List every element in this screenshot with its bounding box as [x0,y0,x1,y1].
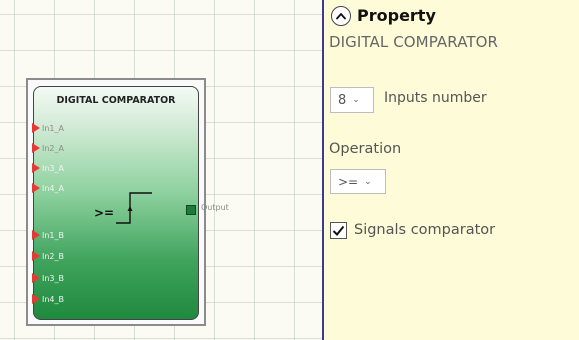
inputs-number-select[interactable]: 8 ⌄ [330,87,374,113]
chevron-up-icon [336,13,346,20]
pin-arrow-icon [32,163,40,173]
block-title: DIGITAL COMPARATOR [56,95,176,106]
input-pin-in3-b[interactable]: In3_B [32,271,64,285]
pin-label: In1_B [42,230,65,240]
pin-arrow-icon [32,273,40,283]
diagram-canvas[interactable]: DIGITAL COMPARATOR In1_A In2_A In3_A In4… [0,0,322,340]
property-title: Property [357,6,436,25]
component-name: DIGITAL COMPARATOR [329,33,499,51]
pin-arrow-icon [32,123,40,133]
property-panel: Property DIGITAL COMPARATOR 8 ⌄ Inputs n… [324,0,579,340]
signals-comparator-checkbox[interactable] [330,222,347,239]
output-port[interactable] [186,205,196,215]
signals-comparator-label: Signals comparator [354,222,496,238]
operation-value: >= [338,174,359,189]
pin-arrow-icon [32,251,40,261]
pin-label: In3_A [42,163,64,173]
pin-arrow-icon [32,230,40,240]
input-pin-in4-a[interactable]: In4_A [32,181,64,195]
pin-arrow-icon [32,143,40,153]
pin-label: In2_A [42,143,64,153]
pin-label: In2_B [42,251,65,261]
pin-label: In3_B [42,273,65,283]
checkmark-icon [332,225,345,236]
chevron-down-icon: ⌄ [352,95,360,105]
input-pin-in2-b[interactable]: In2_B [32,249,64,263]
pin-arrow-icon [32,294,40,304]
pin-label: In4_B [42,294,65,304]
operator-symbol: >= [94,206,115,220]
operation-select[interactable]: >= ⌄ [330,169,386,194]
chevron-down-icon: ⌄ [364,176,372,187]
pin-label: In4_A [42,183,64,193]
output-label: Output [201,203,229,212]
digital-comparator-block[interactable]: DIGITAL COMPARATOR In1_A In2_A In3_A In4… [32,86,229,320]
collapse-property-button[interactable] [331,6,351,26]
operation-label: Operation [329,141,402,157]
pin-label: In1_A [42,123,64,133]
inputs-number-label: Inputs number [384,90,487,106]
input-pin-in1-a[interactable]: In1_A [32,121,64,135]
pin-arrow-icon [32,183,40,193]
input-pin-in3-a[interactable]: In3_A [32,161,64,175]
inputs-number-value: 8 [338,92,347,108]
input-pin-in4-b[interactable]: In4_B [32,292,64,306]
input-pin-in1-b[interactable]: In1_B [32,228,64,242]
step-function-icon [116,192,152,224]
input-pin-in2-a[interactable]: In2_A [32,141,64,155]
